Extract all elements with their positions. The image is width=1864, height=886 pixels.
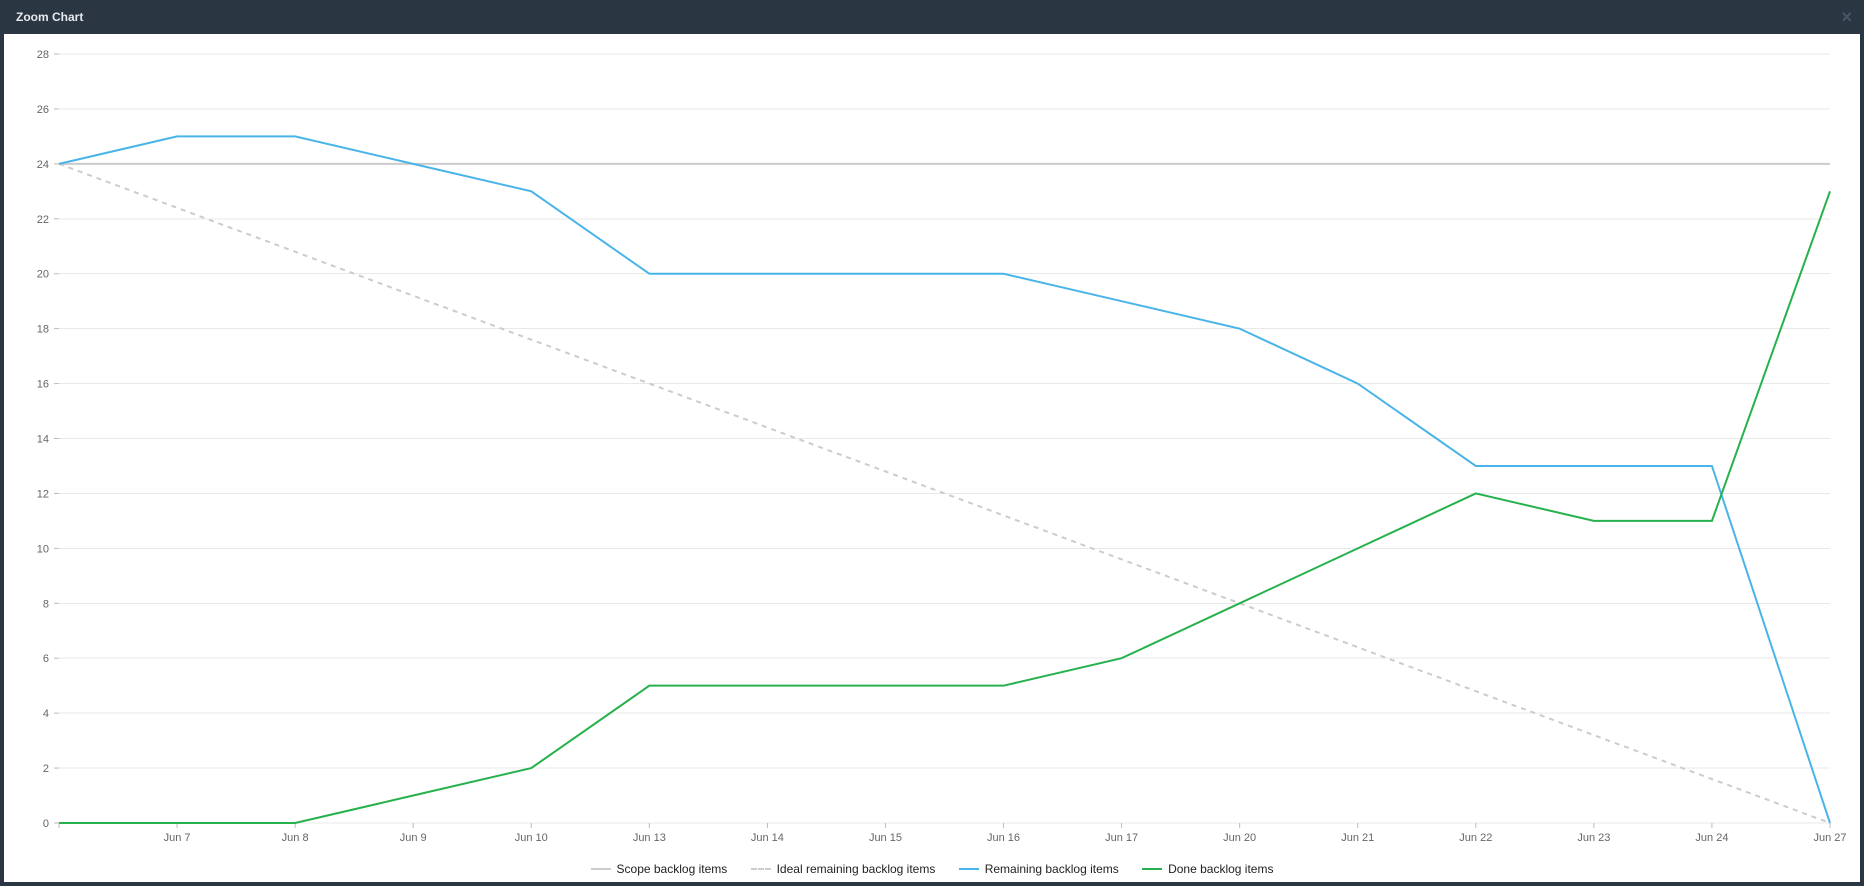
svg-text:Jun 22: Jun 22	[1459, 832, 1492, 844]
svg-text:Jun 9: Jun 9	[400, 832, 427, 844]
legend-label-done: Done backlog items	[1168, 862, 1273, 876]
modal-title: Zoom Chart	[16, 10, 83, 24]
legend-label-remaining: Remaining backlog items	[985, 862, 1119, 876]
legend-swatch-remaining	[959, 868, 979, 870]
legend-swatch-scope	[591, 868, 611, 870]
svg-text:Jun 20: Jun 20	[1223, 832, 1256, 844]
svg-text:8: 8	[43, 598, 49, 610]
legend-item-remaining[interactable]: Remaining backlog items	[959, 862, 1119, 876]
svg-text:14: 14	[37, 434, 49, 446]
svg-text:12: 12	[37, 488, 49, 500]
svg-text:Jun 14: Jun 14	[751, 832, 784, 844]
svg-text:Jun 16: Jun 16	[987, 832, 1020, 844]
svg-text:Jun 10: Jun 10	[515, 832, 548, 844]
svg-text:Jun 15: Jun 15	[869, 832, 902, 844]
legend-label-ideal: Ideal remaining backlog items	[777, 862, 936, 876]
svg-text:26: 26	[37, 104, 49, 116]
burndown-chart: 0246810121416182022242628Jun 7Jun 8Jun 9…	[4, 34, 1860, 855]
svg-text:20: 20	[37, 269, 49, 281]
svg-text:28: 28	[37, 49, 49, 61]
svg-text:Jun 27: Jun 27	[1813, 832, 1846, 844]
legend-item-done[interactable]: Done backlog items	[1142, 862, 1273, 876]
svg-text:6: 6	[43, 653, 49, 665]
series-done	[59, 191, 1830, 823]
svg-text:Jun 17: Jun 17	[1105, 832, 1138, 844]
chart-svg: 0246810121416182022242628Jun 7Jun 8Jun 9…	[4, 34, 1860, 855]
modal-titlebar: Zoom Chart ×	[4, 0, 1860, 34]
legend-item-ideal[interactable]: Ideal remaining backlog items	[751, 862, 936, 876]
legend: Scope backlog items Ideal remaining back…	[4, 855, 1860, 882]
svg-text:24: 24	[37, 159, 49, 171]
legend-swatch-ideal	[751, 868, 771, 870]
legend-swatch-done	[1142, 868, 1162, 870]
svg-text:Jun 13: Jun 13	[633, 832, 666, 844]
svg-text:Jun 7: Jun 7	[164, 832, 191, 844]
svg-text:18: 18	[37, 324, 49, 336]
svg-text:22: 22	[37, 214, 49, 226]
svg-text:4: 4	[43, 708, 49, 720]
legend-item-scope[interactable]: Scope backlog items	[591, 862, 728, 876]
svg-text:2: 2	[43, 763, 49, 775]
legend-label-scope: Scope backlog items	[617, 862, 728, 876]
svg-text:0: 0	[43, 818, 49, 830]
svg-text:Jun 23: Jun 23	[1577, 832, 1610, 844]
svg-text:Jun 8: Jun 8	[282, 832, 309, 844]
zoom-chart-modal: Zoom Chart × 0246810121416182022242628Ju…	[4, 0, 1860, 882]
svg-text:16: 16	[37, 379, 49, 391]
close-icon[interactable]: ×	[1841, 0, 1852, 34]
series-remaining	[59, 136, 1830, 823]
svg-text:Jun 21: Jun 21	[1341, 832, 1374, 844]
svg-text:Jun 24: Jun 24	[1695, 832, 1728, 844]
svg-text:10: 10	[37, 543, 49, 555]
